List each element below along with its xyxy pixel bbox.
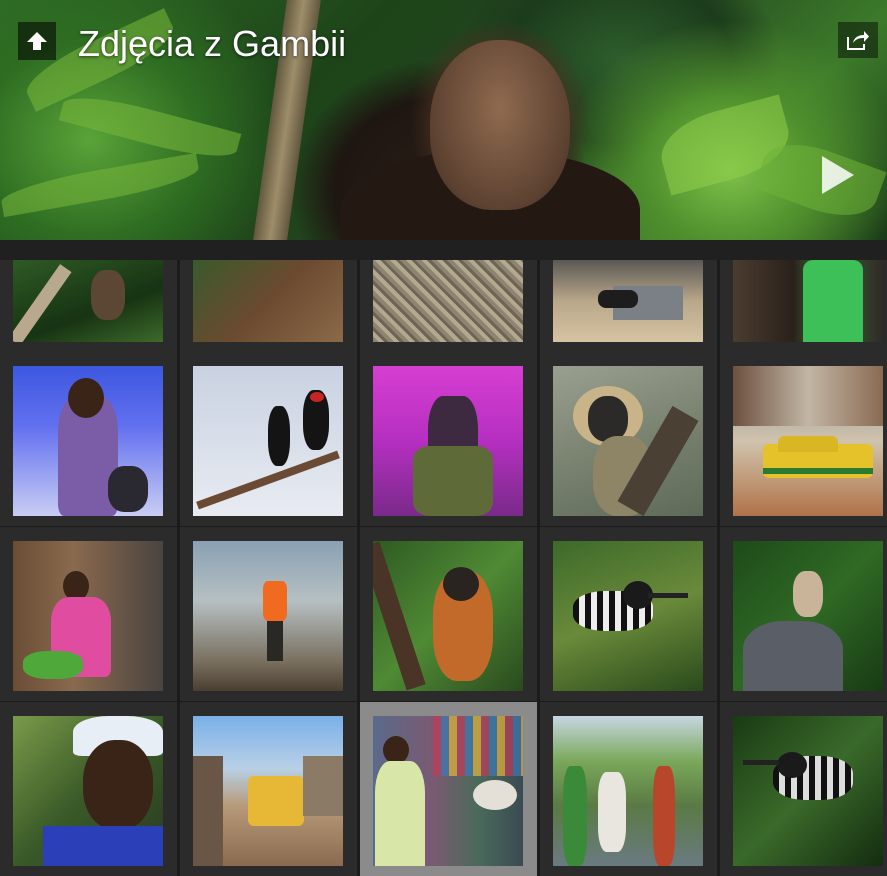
up-button[interactable] [18, 22, 56, 60]
photo-dancer-blue [13, 366, 163, 516]
photo-tile[interactable] [540, 702, 717, 876]
photo-market-woman [373, 716, 523, 866]
photo-tile[interactable] [0, 527, 177, 701]
leaf [0, 152, 202, 218]
play-button[interactable] [818, 152, 858, 198]
photo-dried-fish [373, 260, 523, 342]
photo-tile[interactable] [180, 260, 357, 352]
photo-men-talking [733, 260, 883, 342]
photo-tile[interactable] [720, 702, 887, 876]
photo-tile[interactable] [180, 527, 357, 701]
leaf [58, 87, 242, 167]
photo-tile[interactable] [360, 527, 537, 701]
photo-tile[interactable] [540, 352, 717, 526]
photo-tile[interactable] [0, 352, 177, 526]
photo-tile[interactable] [720, 260, 887, 352]
play-icon [822, 156, 854, 194]
photo-vulture [733, 541, 883, 691]
photo-red-monkey [373, 541, 523, 691]
photo-tile-selected[interactable] [360, 702, 537, 876]
photo-birds-branch [193, 366, 343, 516]
photo-tile[interactable] [720, 352, 887, 526]
photo-tile[interactable] [180, 352, 357, 526]
photo-yellow-taxi [733, 366, 883, 516]
photo-green-monkey [553, 366, 703, 516]
arrow-up-icon [27, 32, 47, 50]
header-divider [0, 240, 887, 260]
share-icon [847, 31, 869, 50]
photo-tree-bark [193, 260, 343, 342]
photo-women-river [553, 716, 703, 866]
photo-tile[interactable] [0, 260, 177, 352]
photo-dancer-purple [373, 366, 523, 516]
photo-tile[interactable] [720, 527, 887, 701]
photo-kingfisher-2 [733, 716, 883, 866]
photo-woman-headscarf [13, 716, 163, 866]
photo-street-taxi [193, 716, 343, 866]
photo-beach-trunk [553, 260, 703, 342]
share-button[interactable] [838, 22, 878, 58]
photo-tile[interactable] [360, 260, 537, 352]
photo-tile[interactable] [0, 702, 177, 876]
chimpanzee-face [430, 40, 570, 210]
photo-burning-field [193, 541, 343, 691]
photo-tile[interactable] [180, 702, 357, 876]
photo-kingfisher [553, 541, 703, 691]
photo-girl-pink [13, 541, 163, 691]
photo-bat [13, 260, 163, 342]
photo-tile[interactable] [360, 352, 537, 526]
photo-tile[interactable] [540, 527, 717, 701]
photo-tile[interactable] [540, 260, 717, 352]
page-title: Zdjęcia z Gambii [78, 23, 347, 64]
